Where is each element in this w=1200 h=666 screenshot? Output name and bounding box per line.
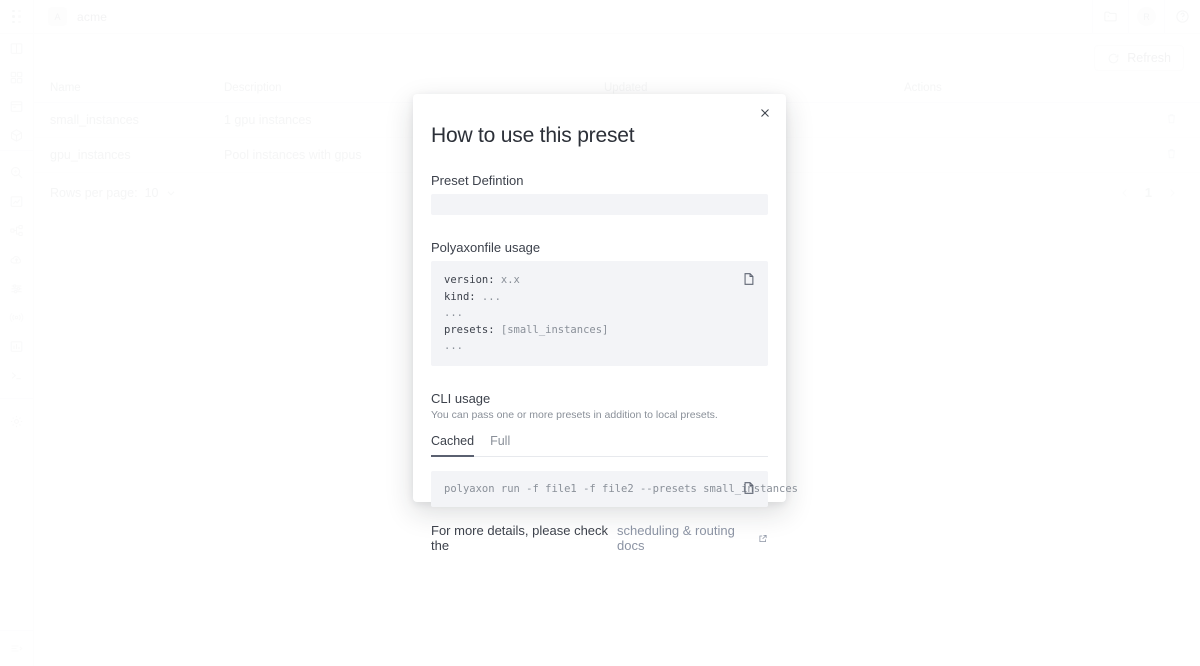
how-to-use-preset-dialog: How to use this preset Preset Defintion …: [413, 94, 798, 553]
code-line-value: x.x: [494, 274, 520, 286]
footer-text: For more details, please check the: [431, 523, 609, 554]
code-line-value: ...: [444, 340, 463, 353]
dialog-footer: For more details, please check the sched…: [431, 523, 768, 553]
close-icon: [761, 109, 769, 117]
copy-cli-command-button[interactable]: [741, 480, 757, 498]
preset-definition-field[interactable]: [431, 194, 768, 215]
dialog-title: How to use this preset: [431, 124, 635, 147]
scheduling-routing-docs-link[interactable]: scheduling & routing docs: [617, 523, 768, 553]
tab-full[interactable]: Full: [490, 434, 510, 457]
copy-polyaxonfile-button[interactable]: [741, 271, 757, 289]
code-line-value: ...: [475, 290, 501, 303]
link-label: scheduling & routing docs: [617, 523, 735, 554]
tab-cached[interactable]: Cached: [431, 434, 475, 457]
code-line-value: ...: [444, 307, 463, 320]
copy-icon: [744, 482, 754, 495]
close-dialog-button[interactable]: [755, 103, 775, 123]
polyaxonfile-code-block: version: x.x kind: ... ... presets: [sma…: [431, 261, 768, 366]
polyaxonfile-usage-label: Polyaxonfile usage: [431, 240, 541, 255]
code-line-key: presets:: [444, 323, 495, 336]
preset-definition-label: Preset Defintion: [431, 173, 524, 188]
cli-command-block: polyaxon run -f file1 -f file2 --presets…: [431, 470, 798, 508]
cli-usage-subtitle: You can pass one or more presets in addi…: [431, 408, 718, 421]
cli-usage-tabs: Cached Full: [431, 434, 768, 457]
code-line-key: kind:: [444, 290, 476, 303]
external-link-icon: [759, 534, 767, 542]
code-line-value: [small_instances]: [494, 323, 609, 336]
code-line-key: version:: [444, 274, 495, 286]
copy-icon: [744, 273, 754, 285]
cli-usage-label: CLI usage: [431, 390, 491, 406]
